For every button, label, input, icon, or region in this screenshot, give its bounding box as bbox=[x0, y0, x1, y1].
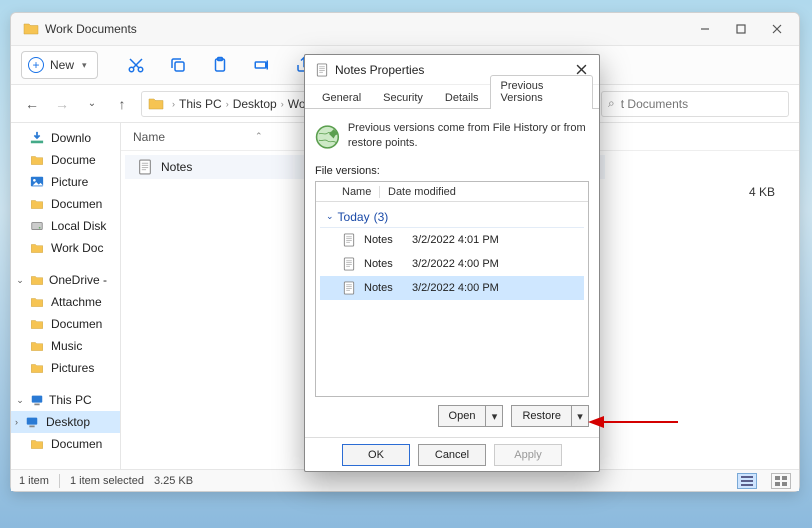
chevron-down-icon: ▾ bbox=[82, 60, 87, 71]
versions-group-today[interactable]: ⌄ Today (3) bbox=[320, 206, 584, 228]
document-icon bbox=[342, 257, 356, 271]
sidebar-item-music[interactable]: Music bbox=[11, 335, 120, 357]
open-button[interactable]: Open ▾ bbox=[438, 405, 504, 427]
col-name[interactable]: Name bbox=[133, 130, 165, 144]
sidebar-item-od-documents[interactable]: Documen bbox=[11, 313, 120, 335]
versions-list: Name Date modified ⌄ Today (3) Notes 3/2… bbox=[315, 181, 589, 397]
version-row[interactable]: Notes 3/2/2022 4:01 PM bbox=[320, 228, 584, 252]
info-row: Previous versions come from File History… bbox=[315, 121, 589, 153]
tab-general[interactable]: General bbox=[311, 87, 372, 109]
ok-button[interactable]: OK bbox=[342, 444, 410, 466]
up-button[interactable]: ↑ bbox=[111, 93, 133, 115]
sidebar-item-documents2[interactable]: Documen bbox=[11, 193, 120, 215]
dialog-buttons: OK Cancel Apply bbox=[305, 437, 599, 471]
version-row[interactable]: Notes 3/2/2022 4:00 PM bbox=[320, 276, 584, 300]
sidebar-item-localdisk[interactable]: Local Disk bbox=[11, 215, 120, 237]
forward-button[interactable]: → bbox=[51, 93, 73, 115]
properties-dialog: Notes Properties General Security Detail… bbox=[304, 54, 600, 472]
status-bar: 1 item 1 item selected 3.25 KB bbox=[11, 469, 799, 491]
maximize-button[interactable] bbox=[723, 15, 759, 43]
sidebar: Downlo Docume Picture Documen Local Disk… bbox=[11, 123, 121, 469]
tab-details[interactable]: Details bbox=[434, 87, 490, 109]
sidebar-item-od-pictures[interactable]: Pictures bbox=[11, 357, 120, 379]
cancel-button[interactable]: Cancel bbox=[418, 444, 486, 466]
details-view-button[interactable] bbox=[737, 473, 757, 489]
back-button[interactable]: ← bbox=[21, 93, 43, 115]
chevron-down-icon[interactable]: ⌄ bbox=[81, 93, 103, 115]
document-icon bbox=[315, 63, 329, 77]
version-row[interactable]: Notes 3/2/2022 4:00 PM bbox=[320, 252, 584, 276]
document-icon bbox=[342, 233, 356, 247]
status-selected: 1 item selected bbox=[70, 475, 144, 487]
titlebar: Work Documents bbox=[11, 13, 799, 45]
document-icon bbox=[137, 159, 153, 175]
versions-header: Name Date modified bbox=[316, 182, 588, 202]
icons-view-button[interactable] bbox=[771, 473, 791, 489]
tab-security[interactable]: Security bbox=[372, 87, 434, 109]
restore-icon bbox=[315, 121, 340, 153]
search-icon: ⌕ bbox=[608, 96, 615, 111]
new-button-label: New bbox=[50, 58, 74, 72]
document-icon bbox=[342, 281, 356, 295]
minimize-button[interactable] bbox=[687, 15, 723, 43]
restore-button[interactable]: Restore ▾ bbox=[511, 405, 589, 427]
search-field[interactable] bbox=[621, 97, 782, 111]
sidebar-group-thispc[interactable]: ⌄This PC bbox=[11, 389, 120, 411]
sidebar-item-pc-documents[interactable]: Documen bbox=[11, 433, 120, 455]
paste-button[interactable] bbox=[202, 51, 238, 79]
sidebar-item-attachments[interactable]: Attachme bbox=[11, 291, 120, 313]
new-button[interactable]: + New ▾ bbox=[21, 51, 98, 79]
apply-button[interactable]: Apply bbox=[494, 444, 562, 466]
rename-button[interactable] bbox=[244, 51, 280, 79]
crumb-desktop[interactable]: Desktop bbox=[233, 97, 277, 111]
col-name[interactable]: Name bbox=[316, 186, 380, 198]
folder-icon bbox=[23, 21, 39, 37]
status-size: 3.25 KB bbox=[154, 475, 193, 487]
file-versions-label: File versions: bbox=[315, 165, 589, 177]
chevron-down-icon[interactable]: ▾ bbox=[486, 410, 502, 423]
search-input[interactable]: ⌕ bbox=[601, 91, 789, 117]
sidebar-item-pictures[interactable]: Picture bbox=[11, 171, 120, 193]
chevron-down-icon[interactable]: ▾ bbox=[572, 410, 588, 423]
sidebar-item-documents[interactable]: Docume bbox=[11, 149, 120, 171]
sidebar-group-onedrive[interactable]: ⌄OneDrive - bbox=[11, 269, 120, 291]
col-date[interactable]: Date modified bbox=[380, 186, 588, 198]
sidebar-item-desktop[interactable]: ›Desktop bbox=[11, 411, 120, 433]
dialog-tabs: General Security Details Previous Versio… bbox=[305, 85, 599, 109]
tab-previous-versions[interactable]: Previous Versions bbox=[490, 75, 593, 109]
close-button[interactable] bbox=[759, 15, 795, 43]
sidebar-item-downloads[interactable]: Downlo bbox=[11, 127, 120, 149]
status-count: 1 item bbox=[19, 475, 49, 487]
crumb-thispc[interactable]: This PC bbox=[179, 97, 222, 111]
info-text: Previous versions come from File History… bbox=[348, 121, 589, 151]
file-name: Notes bbox=[161, 160, 192, 174]
file-size-truncated: 4 KB bbox=[749, 185, 775, 199]
sidebar-item-workdoc[interactable]: Work Doc bbox=[11, 237, 120, 259]
annotation-arrow bbox=[588, 416, 678, 428]
cut-button[interactable] bbox=[118, 51, 154, 79]
plus-icon: + bbox=[28, 57, 44, 73]
folder-icon bbox=[148, 96, 164, 112]
window-title: Work Documents bbox=[45, 22, 687, 36]
copy-button[interactable] bbox=[160, 51, 196, 79]
